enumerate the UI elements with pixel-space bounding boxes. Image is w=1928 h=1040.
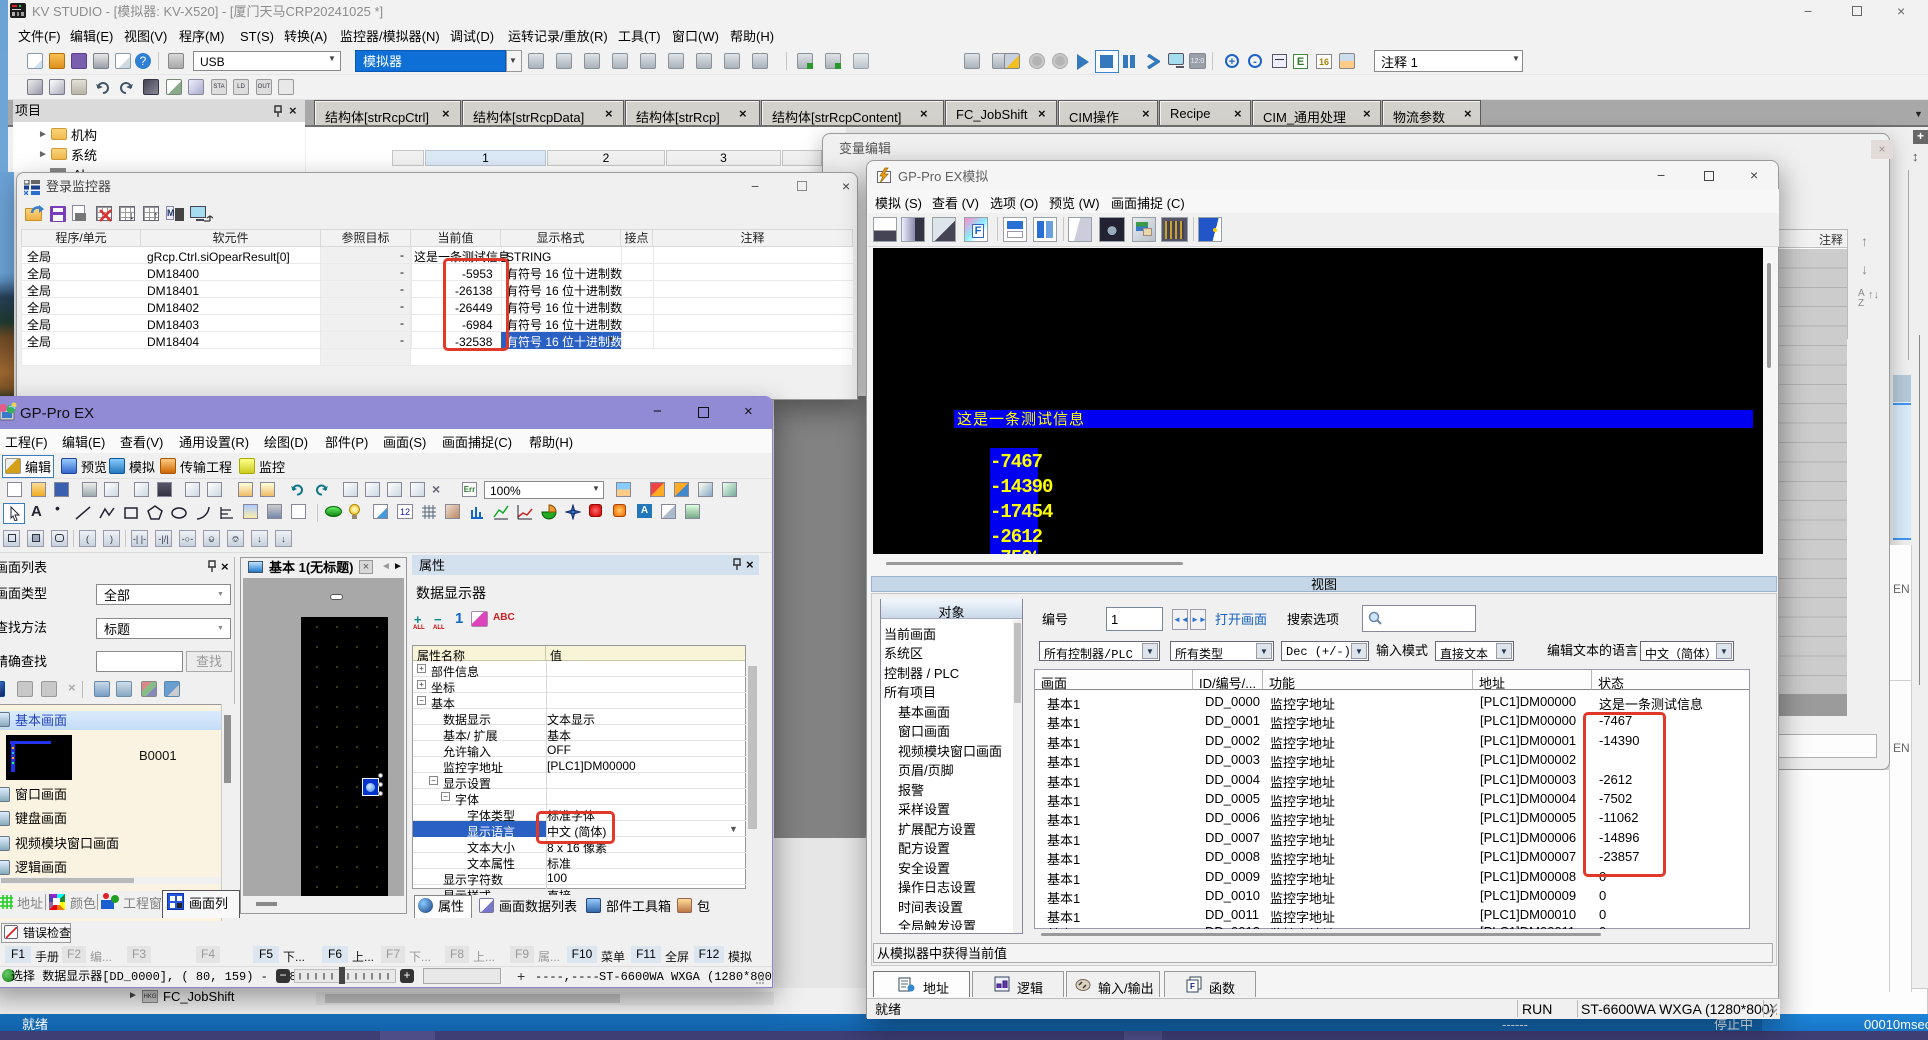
svg-text:F: F	[1190, 982, 1195, 991]
